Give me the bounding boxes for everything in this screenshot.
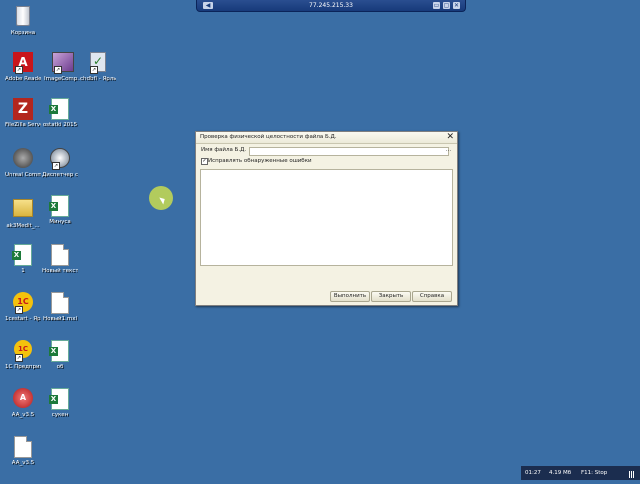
imagecomp-shortcut[interactable]: ↗ ImageComp... — [44, 52, 80, 83]
close-icon[interactable]: ✕ — [453, 2, 460, 9]
recorder-status-bar: 01:27 4.19 Мб F11: Stop — [521, 466, 640, 480]
dialog-title: Проверка физической целостности файла Б.… — [200, 134, 337, 140]
service-manager-shortcut[interactable]: ↗ Диспетчер служб у... — [42, 148, 78, 179]
file-1[interactable]: X 1 — [5, 244, 41, 275]
ob-file[interactable]: X об — [42, 340, 78, 371]
pin-icon[interactable]: ◀ — [203, 2, 213, 9]
adobe-reader-icon: A ↗ — [13, 52, 33, 74]
remote-host: 77.245.215.33 — [309, 2, 353, 9]
icon-label: 1 — [21, 268, 25, 274]
icon-label: chdbfl - Ярлык — [80, 76, 116, 82]
spreadsheet-icon: X — [49, 195, 70, 217]
folder-icon — [13, 199, 33, 221]
icon-label: Новый текстов... — [42, 268, 78, 274]
close-icon[interactable]: ✕ — [446, 132, 454, 143]
unreal-commander-shortcut[interactable]: Unreal Commander — [5, 148, 41, 179]
pause-icon[interactable] — [629, 470, 637, 478]
icon-label: об — [56, 364, 64, 370]
icon-label: Adobe Reader 9 — [5, 76, 41, 82]
filezilla-server-shortcut[interactable]: Z FileZilla Server Interface — [5, 98, 41, 129]
icon-label: ImageComp... — [44, 76, 80, 82]
aa-v35-file[interactable]: AA_v3.5 — [5, 436, 41, 467]
recycle-bin-icon — [13, 6, 33, 28]
adobe-reader-shortcut[interactable]: A ↗ Adobe Reader 9 — [5, 52, 41, 83]
help-button[interactable]: Справка — [412, 291, 452, 302]
unreal-commander-icon — [13, 148, 33, 170]
icon-label: 1С Предприятие — [5, 364, 41, 370]
close-button[interactable]: Закрыть — [371, 291, 411, 302]
file-size: 4.19 Мб — [549, 470, 572, 476]
spreadsheet-icon: X — [49, 388, 70, 410]
minimize-icon[interactable]: ▭ — [433, 2, 440, 9]
icon-label: сукен — [51, 412, 69, 418]
new-text-file[interactable]: Новый текстов... — [42, 244, 78, 275]
recycle-bin[interactable]: Корзина — [5, 4, 41, 37]
icon-label: Корзина — [10, 30, 36, 36]
log-output-area[interactable] — [200, 169, 453, 266]
checkmark-app-icon: ✓ ↗ — [88, 52, 108, 74]
gears-icon: ↗ — [50, 148, 70, 170]
spreadsheet-icon: X — [49, 340, 70, 362]
chdbfl-shortcut[interactable]: ✓ ↗ chdbfl - Ярлык — [80, 52, 116, 83]
1c-enterprise-shortcut[interactable]: 1C ↗ 1С Предприятие — [5, 340, 41, 371]
spreadsheet-icon: X — [49, 98, 70, 120]
icon-label: ak3Medit_... — [6, 223, 40, 229]
browse-button[interactable]: ... — [445, 146, 452, 155]
fix-errors-label: Исправлять обнаруженные ошибки — [208, 158, 312, 164]
icon-label: Новый1.mxl — [42, 316, 78, 322]
new1-mxl-file[interactable]: Новый1.mxl — [42, 292, 78, 323]
stop-hint: F11: Stop — [581, 470, 608, 476]
icon-label: FileZilla Server Interface — [5, 122, 41, 128]
icon-label: 1cestart - Ярлык — [5, 316, 41, 322]
fix-errors-checkbox[interactable]: ✓ — [201, 158, 208, 165]
restore-icon[interactable]: ▢ — [443, 2, 450, 9]
text-document-icon — [50, 244, 70, 266]
image-viewer-icon: ↗ — [52, 52, 74, 74]
icon-label: ostatki 2015 — [42, 122, 78, 128]
minusa-file[interactable]: X Минуса — [42, 195, 78, 226]
1c-icon: 1C ↗ — [13, 292, 33, 314]
1c-icon: 1C ↗ — [13, 340, 33, 362]
icon-label: Unreal Commander — [5, 172, 41, 178]
icon-label: AA_v3.5 — [11, 460, 35, 466]
ostatki-2015-file[interactable]: X ostatki 2015 — [42, 98, 78, 129]
suken-file[interactable]: X сукен — [42, 388, 78, 419]
1cestart-shortcut[interactable]: 1C ↗ 1cestart - Ярлык — [5, 292, 41, 323]
icon-label: AA_v3.5 — [11, 412, 35, 418]
icon-label: Минуса — [49, 219, 71, 225]
file-name-label: Имя файла Б.Д. — [201, 147, 247, 153]
remote-session-bar: ◀ 77.245.215.33 ▭ ▢ ✕ — [196, 0, 466, 12]
document-icon — [50, 292, 70, 314]
aa-v35-shortcut[interactable]: A AA_v3.5 — [5, 388, 41, 419]
elapsed-time: 01:27 — [525, 470, 541, 476]
integrity-check-dialog: Проверка физической целостности файла Б.… — [195, 131, 458, 306]
aa-app-icon: A — [13, 388, 33, 410]
run-button[interactable]: Выполнить — [330, 291, 370, 302]
filezilla-icon: Z — [13, 98, 33, 120]
icon-label: Диспетчер служб у... — [42, 172, 78, 178]
dialog-titlebar[interactable]: Проверка физической целостности файла Б.… — [196, 132, 457, 144]
spreadsheet-icon: X — [12, 244, 33, 266]
ak3medit-folder[interactable]: ak3Medit_... — [5, 195, 41, 230]
file-name-input[interactable] — [249, 147, 449, 156]
document-icon — [13, 436, 33, 458]
